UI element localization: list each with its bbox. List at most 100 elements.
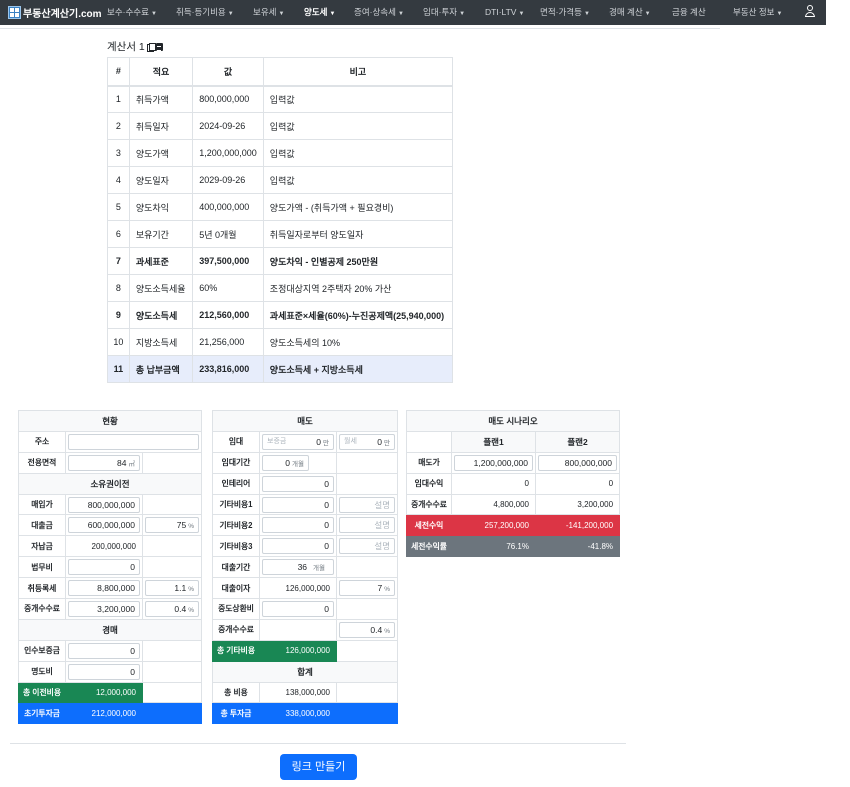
nav-item[interactable]: 취득·등기비용 ▼ xyxy=(176,0,234,25)
nav-item-label: 취득·등기비용 xyxy=(176,7,226,17)
nav-item[interactable]: DTI·LTV ▼ xyxy=(485,0,524,25)
calc-cell-item: 양도소득세율 xyxy=(128,274,194,302)
other1-note-input[interactable]: 설명 xyxy=(339,496,396,513)
other2-input[interactable]: 0 xyxy=(262,517,334,534)
transfer-section-title: 소유권이전 xyxy=(17,472,203,495)
other3-label: 기타비용3 xyxy=(212,535,260,558)
purchase-input[interactable]: 800,000,000 xyxy=(68,496,140,513)
plan2-sale-price-input[interactable]: 800,000,000 xyxy=(538,454,618,471)
eviction-input[interactable]: 0 xyxy=(68,663,140,680)
nav-item[interactable]: 양도세 ▼ xyxy=(304,0,335,25)
top-navbar: 부동산계산기.com 보수·수수료 ▼ 취득·등기비용 ▼ 보유세 ▼ 양도세 ▼ 증여·상속세… xyxy=(0,0,826,25)
dropdown-caret-icon: ▼ xyxy=(644,11,651,17)
calc-cell-note: 입력값 xyxy=(262,85,454,113)
auction-section-title: 경매 xyxy=(17,618,203,641)
address-input[interactable] xyxy=(68,433,200,450)
total-invest-value: 338,000,000 xyxy=(259,702,337,725)
calc-cell-no: 4 xyxy=(107,166,130,194)
equity-label: 자납금 xyxy=(18,535,66,558)
area-input[interactable]: 84 ㎡ xyxy=(68,454,140,471)
interest-rate-input[interactable]: 7% xyxy=(339,580,396,597)
plan2-broker-fee: 3,200,000 xyxy=(534,493,621,516)
other1-input[interactable]: 0 xyxy=(262,496,334,513)
plan1-pretax-profit: 257,200,000 xyxy=(451,514,536,537)
deposit-input[interactable]: 0 xyxy=(68,642,140,659)
calc-cell-value: 2024-09-26 xyxy=(192,112,264,140)
acq-tax-rate-input[interactable]: 1.1% xyxy=(145,580,200,597)
calc-cell-item: 총 납부금액 xyxy=(128,355,194,383)
nav-item[interactable]: 부동산 정보 ▼ xyxy=(733,0,782,25)
eviction-label: 명도비 xyxy=(18,660,66,683)
nav-item[interactable]: 보수·수수료 ▼ xyxy=(107,0,157,25)
nav-item[interactable]: 증여·상속세 ▼ xyxy=(354,0,404,25)
col-note: 비고 xyxy=(262,57,454,87)
rent-income-label: 임대수익 xyxy=(406,472,452,495)
calc-cell-no: 2 xyxy=(107,112,130,140)
legal-fee-input[interactable]: 0 xyxy=(68,559,140,576)
broker-fee-input[interactable]: 3,200,000 xyxy=(68,600,140,617)
nav-divider xyxy=(0,28,720,29)
acq-tax-input[interactable]: 8,800,000 xyxy=(68,580,140,597)
calc-cell-value: 212,560,000 xyxy=(192,301,264,329)
make-link-button[interactable]: 링크 만들기 xyxy=(280,754,357,780)
calc-table: # 적요 값 비고 1 취득가액 800,000,000 입력값 2 취득일자 2024-0… xyxy=(107,57,454,383)
nav-item[interactable]: 경매 계산 ▼ xyxy=(609,0,651,25)
rent-period-input[interactable]: 0 개월 xyxy=(262,454,309,471)
calc-cell-note: 입력값 xyxy=(262,112,454,140)
calc-cell-no: 9 xyxy=(107,301,130,329)
calc-cell-note: 양도가액 - (취득가액 + 필요경비) xyxy=(262,193,454,221)
document-icon[interactable] xyxy=(155,42,163,51)
plan1-rent-income: 0 xyxy=(451,472,536,495)
rent-monthly-input[interactable]: 월세 0 만 xyxy=(339,433,396,450)
loan-input[interactable]: 600,000,000 xyxy=(68,517,140,534)
rent-label: 임대 xyxy=(212,430,260,453)
calc-cell-no: 7 xyxy=(107,247,130,275)
copy-icon[interactable] xyxy=(146,42,156,52)
dropdown-caret-icon: ▼ xyxy=(227,11,234,17)
nav-item[interactable]: 금융 계산 xyxy=(672,0,706,25)
interior-label: 인테리어 xyxy=(212,472,260,495)
loan-label: 대출금 xyxy=(18,514,66,537)
nav-item-label: 임대·투자 xyxy=(423,7,458,17)
loan-ratio-input[interactable]: 75% xyxy=(145,517,200,534)
brand-link[interactable]: 부동산계산기.com xyxy=(0,5,106,20)
user-icon[interactable] xyxy=(805,5,815,19)
calc-cell-item: 보유기간 xyxy=(128,220,194,248)
calc-cell-item: 취득일자 xyxy=(128,112,194,140)
broker-rate-input[interactable]: 0.4% xyxy=(145,600,200,617)
sale-price-label: 매도가 xyxy=(406,451,452,474)
equity-value: 200,000,000 xyxy=(65,535,143,558)
sum-section-title: 합계 xyxy=(211,660,399,683)
calc-cell-item: 양도가액 xyxy=(128,139,194,167)
calc-cell-value: 397,500,000 xyxy=(192,247,264,275)
calc-cell-note: 입력값 xyxy=(262,166,454,194)
calc-cell-note: 양도차익 - 인별공제 250만원 xyxy=(262,247,454,275)
calc-cell-item: 양도소득세 xyxy=(128,301,194,329)
calc-cell-no: 5 xyxy=(107,193,130,221)
plan1-sale-price-input[interactable]: 1,200,000,000 xyxy=(454,454,533,471)
calc-row: 2 취득일자 2024-09-26 입력값 xyxy=(107,112,454,140)
nav-item[interactable]: 보유세 ▼ xyxy=(253,0,284,25)
nav-item-label: 보유세 xyxy=(253,7,277,17)
calc-row: 1 취득가액 800,000,000 입력값 xyxy=(107,85,454,113)
rent-deposit-input[interactable]: 보증금 0 만 xyxy=(262,433,334,450)
col-item: 적요 xyxy=(128,57,194,87)
other3-input[interactable]: 0 xyxy=(262,538,334,555)
nav-item[interactable]: 면적·가격등 ▼ xyxy=(540,0,590,25)
nav-item[interactable]: 임대·투자 ▼ xyxy=(423,0,465,25)
loan-period-input[interactable]: 36 개월 xyxy=(262,559,334,576)
calc-cell-value: 233,816,000 xyxy=(192,355,264,383)
calc-cell-item: 지방소득세 xyxy=(128,328,194,356)
other3-note-input[interactable]: 설명 xyxy=(339,538,396,555)
sale-broker-rate-input[interactable]: 0.4% xyxy=(339,621,396,638)
dropdown-caret-icon: ▼ xyxy=(776,11,783,17)
scenario-title: 매도 시나리오 xyxy=(405,410,621,432)
interior-input[interactable]: 0 xyxy=(262,475,334,492)
dropdown-caret-icon: ▼ xyxy=(459,11,466,17)
interest-label: 대출이자 xyxy=(212,577,260,600)
other2-note-input[interactable]: 설명 xyxy=(339,517,396,534)
plan2-pretax-rate: -41.8% xyxy=(534,535,621,558)
calc-cell-no: 1 xyxy=(107,85,130,113)
prepay-input[interactable]: 0 xyxy=(262,600,334,617)
rent-period-label: 임대기간 xyxy=(212,451,260,474)
